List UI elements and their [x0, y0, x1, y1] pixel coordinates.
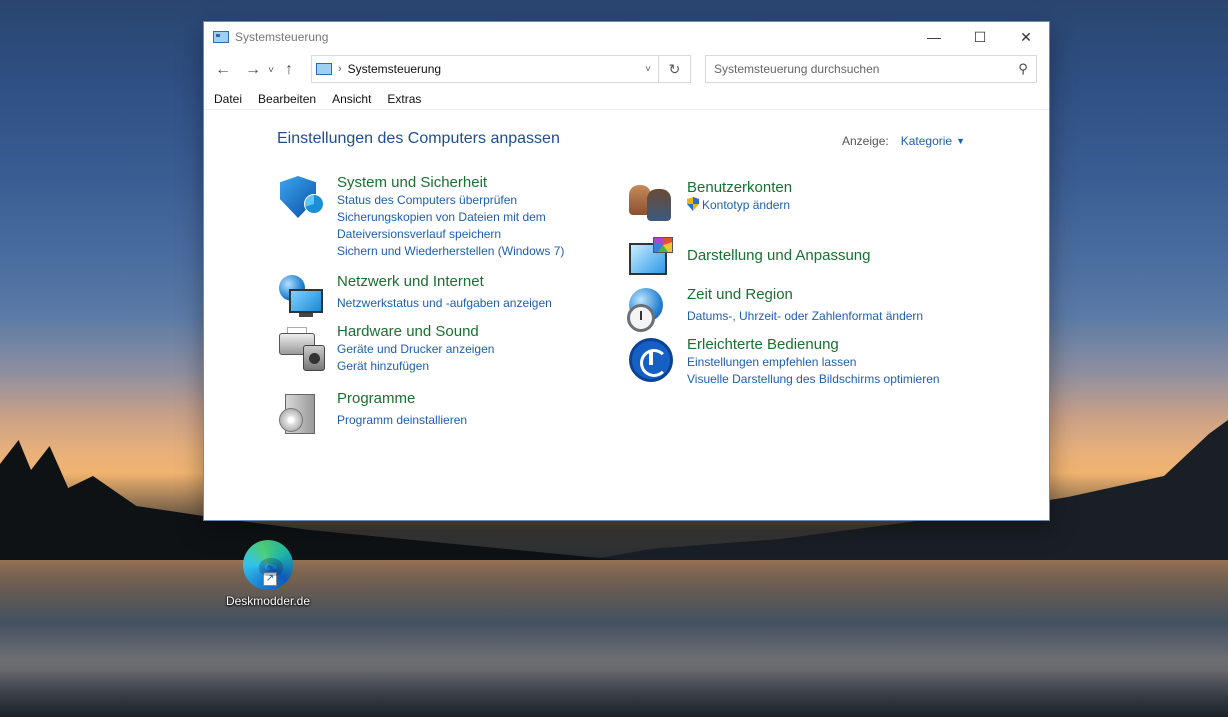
link-backup-line1[interactable]: Sicherungskopien von Dateien mit dem	[337, 209, 564, 226]
desktop-shortcut-label: Deskmodder.de	[225, 594, 311, 608]
menu-bar: Datei Bearbeiten Ansicht Extras	[204, 88, 1049, 110]
wallpaper-water	[0, 560, 1228, 717]
category-title-programs[interactable]: Programme	[337, 390, 467, 408]
link-date-time-format[interactable]: Datums-, Uhrzeit- oder Zahlenformat ände…	[687, 308, 923, 325]
link-backup-line2[interactable]: Dateiversionsverlauf speichern	[337, 226, 564, 243]
network-icon[interactable]	[277, 273, 327, 323]
link-check-status[interactable]: Status des Computers überprüfen	[337, 192, 564, 209]
refresh-icon[interactable]: ↻	[658, 56, 690, 82]
address-breadcrumb[interactable]: Systemsteuerung	[348, 62, 441, 76]
category-network-internet: Netzwerk und Internet Netzwerkstatus und…	[277, 273, 552, 323]
menu-datei[interactable]: Datei	[214, 92, 242, 106]
category-ease-of-access: Erleichterte Bedienung Einstellungen emp…	[627, 336, 940, 388]
uac-shield-icon	[687, 197, 699, 211]
view-mode-dropdown[interactable]: Kategorie	[901, 134, 952, 148]
search-input[interactable]	[706, 57, 1010, 81]
category-title-user-accounts[interactable]: Benutzerkonten	[687, 179, 792, 197]
appearance-icon[interactable]	[627, 237, 677, 287]
address-separator-chevron-icon[interactable]: ›	[338, 63, 342, 75]
link-add-device[interactable]: Gerät hinzufügen	[337, 358, 494, 375]
shield-icon[interactable]	[277, 174, 327, 224]
back-arrow-icon[interactable]: ←	[212, 61, 234, 79]
category-user-accounts: Benutzerkonten Kontotyp ändern	[627, 179, 792, 229]
control-panel-window: Systemsteuerung — ☐ ✕ ← → ˅ ↑ › Systemst…	[203, 21, 1050, 521]
category-title-system-security[interactable]: System und Sicherheit	[337, 174, 564, 192]
category-title-ease-of-access[interactable]: Erleichterte Bedienung	[687, 336, 940, 354]
minimize-button[interactable]: —	[911, 22, 957, 52]
category-clock-region: Zeit und Region Datums-, Uhrzeit- oder Z…	[627, 286, 923, 336]
menu-bearbeiten[interactable]: Bearbeiten	[258, 92, 316, 106]
search-box[interactable]: ⚲	[705, 55, 1037, 83]
link-change-account-type-label: Kontotyp ändern	[702, 198, 791, 212]
link-network-status[interactable]: Netzwerkstatus und -aufgaben anzeigen	[337, 295, 552, 312]
view-caret-icon[interactable]: ▼	[956, 134, 965, 148]
category-title-appearance[interactable]: Darstellung und Anpassung	[687, 247, 870, 265]
title-bar[interactable]: Systemsteuerung — ☐ ✕	[204, 22, 1049, 52]
hardware-sound-icon[interactable]	[277, 323, 327, 373]
category-hardware-sound: Hardware und Sound Geräte und Drucker an…	[277, 323, 494, 375]
link-optimize-display[interactable]: Visuelle Darstellung des Bildschirms opt…	[687, 371, 940, 388]
menu-ansicht[interactable]: Ansicht	[332, 92, 371, 106]
user-accounts-icon[interactable]	[627, 179, 677, 229]
address-bar[interactable]: › Systemsteuerung ˅ ↻	[311, 55, 691, 83]
close-button[interactable]: ✕	[1003, 22, 1049, 52]
desktop-shortcut-deskmodder[interactable]: ↗ Deskmodder.de	[222, 540, 314, 608]
recent-locations-chevron-icon[interactable]: ˅	[264, 65, 278, 76]
address-control-panel-icon	[316, 63, 332, 75]
link-uninstall-program[interactable]: Programm deinstallieren	[337, 412, 467, 429]
category-title-hardware-sound[interactable]: Hardware und Sound	[337, 323, 494, 341]
link-backup-restore[interactable]: Sichern und Wiederherstellen (Windows 7)	[337, 243, 564, 260]
category-appearance: Darstellung und Anpassung	[627, 237, 870, 287]
ease-of-access-icon[interactable]	[627, 336, 677, 386]
clock-region-icon[interactable]	[627, 286, 677, 336]
category-title-network-internet[interactable]: Netzwerk und Internet	[337, 273, 552, 291]
category-system-security: System und Sicherheit Status des Compute…	[277, 174, 564, 260]
search-icon[interactable]: ⚲	[1010, 61, 1036, 77]
link-change-account-type[interactable]: Kontotyp ändern	[687, 197, 792, 214]
forward-arrow-icon[interactable]: →	[242, 61, 264, 79]
view-selector: Anzeige: Kategorie ▼	[842, 134, 965, 148]
window-title: Systemsteuerung	[235, 30, 329, 44]
control-panel-icon	[213, 31, 229, 43]
up-arrow-icon[interactable]: ↑	[278, 61, 300, 79]
menu-extras[interactable]: Extras	[387, 92, 421, 106]
edge-icon: ↗	[243, 540, 293, 590]
address-dropdown-chevron-icon[interactable]: ˅	[638, 56, 658, 82]
link-devices-printers[interactable]: Geräte und Drucker anzeigen	[337, 341, 494, 358]
shortcut-arrow-icon: ↗	[263, 572, 277, 586]
category-title-clock-region[interactable]: Zeit und Region	[687, 286, 923, 304]
view-label: Anzeige:	[842, 134, 889, 148]
category-programs: Programme Programm deinstallieren	[277, 390, 467, 440]
content-area: Einstellungen des Computers anpassen Anz…	[204, 110, 1049, 520]
maximize-button[interactable]: ☐	[957, 22, 1003, 52]
page-title: Einstellungen des Computers anpassen	[277, 130, 560, 147]
programs-icon[interactable]	[277, 390, 327, 440]
navigation-bar: ← → ˅ ↑ › Systemsteuerung ˅ ↻ ⚲	[204, 52, 1049, 88]
link-recommend-settings[interactable]: Einstellungen empfehlen lassen	[687, 354, 940, 371]
